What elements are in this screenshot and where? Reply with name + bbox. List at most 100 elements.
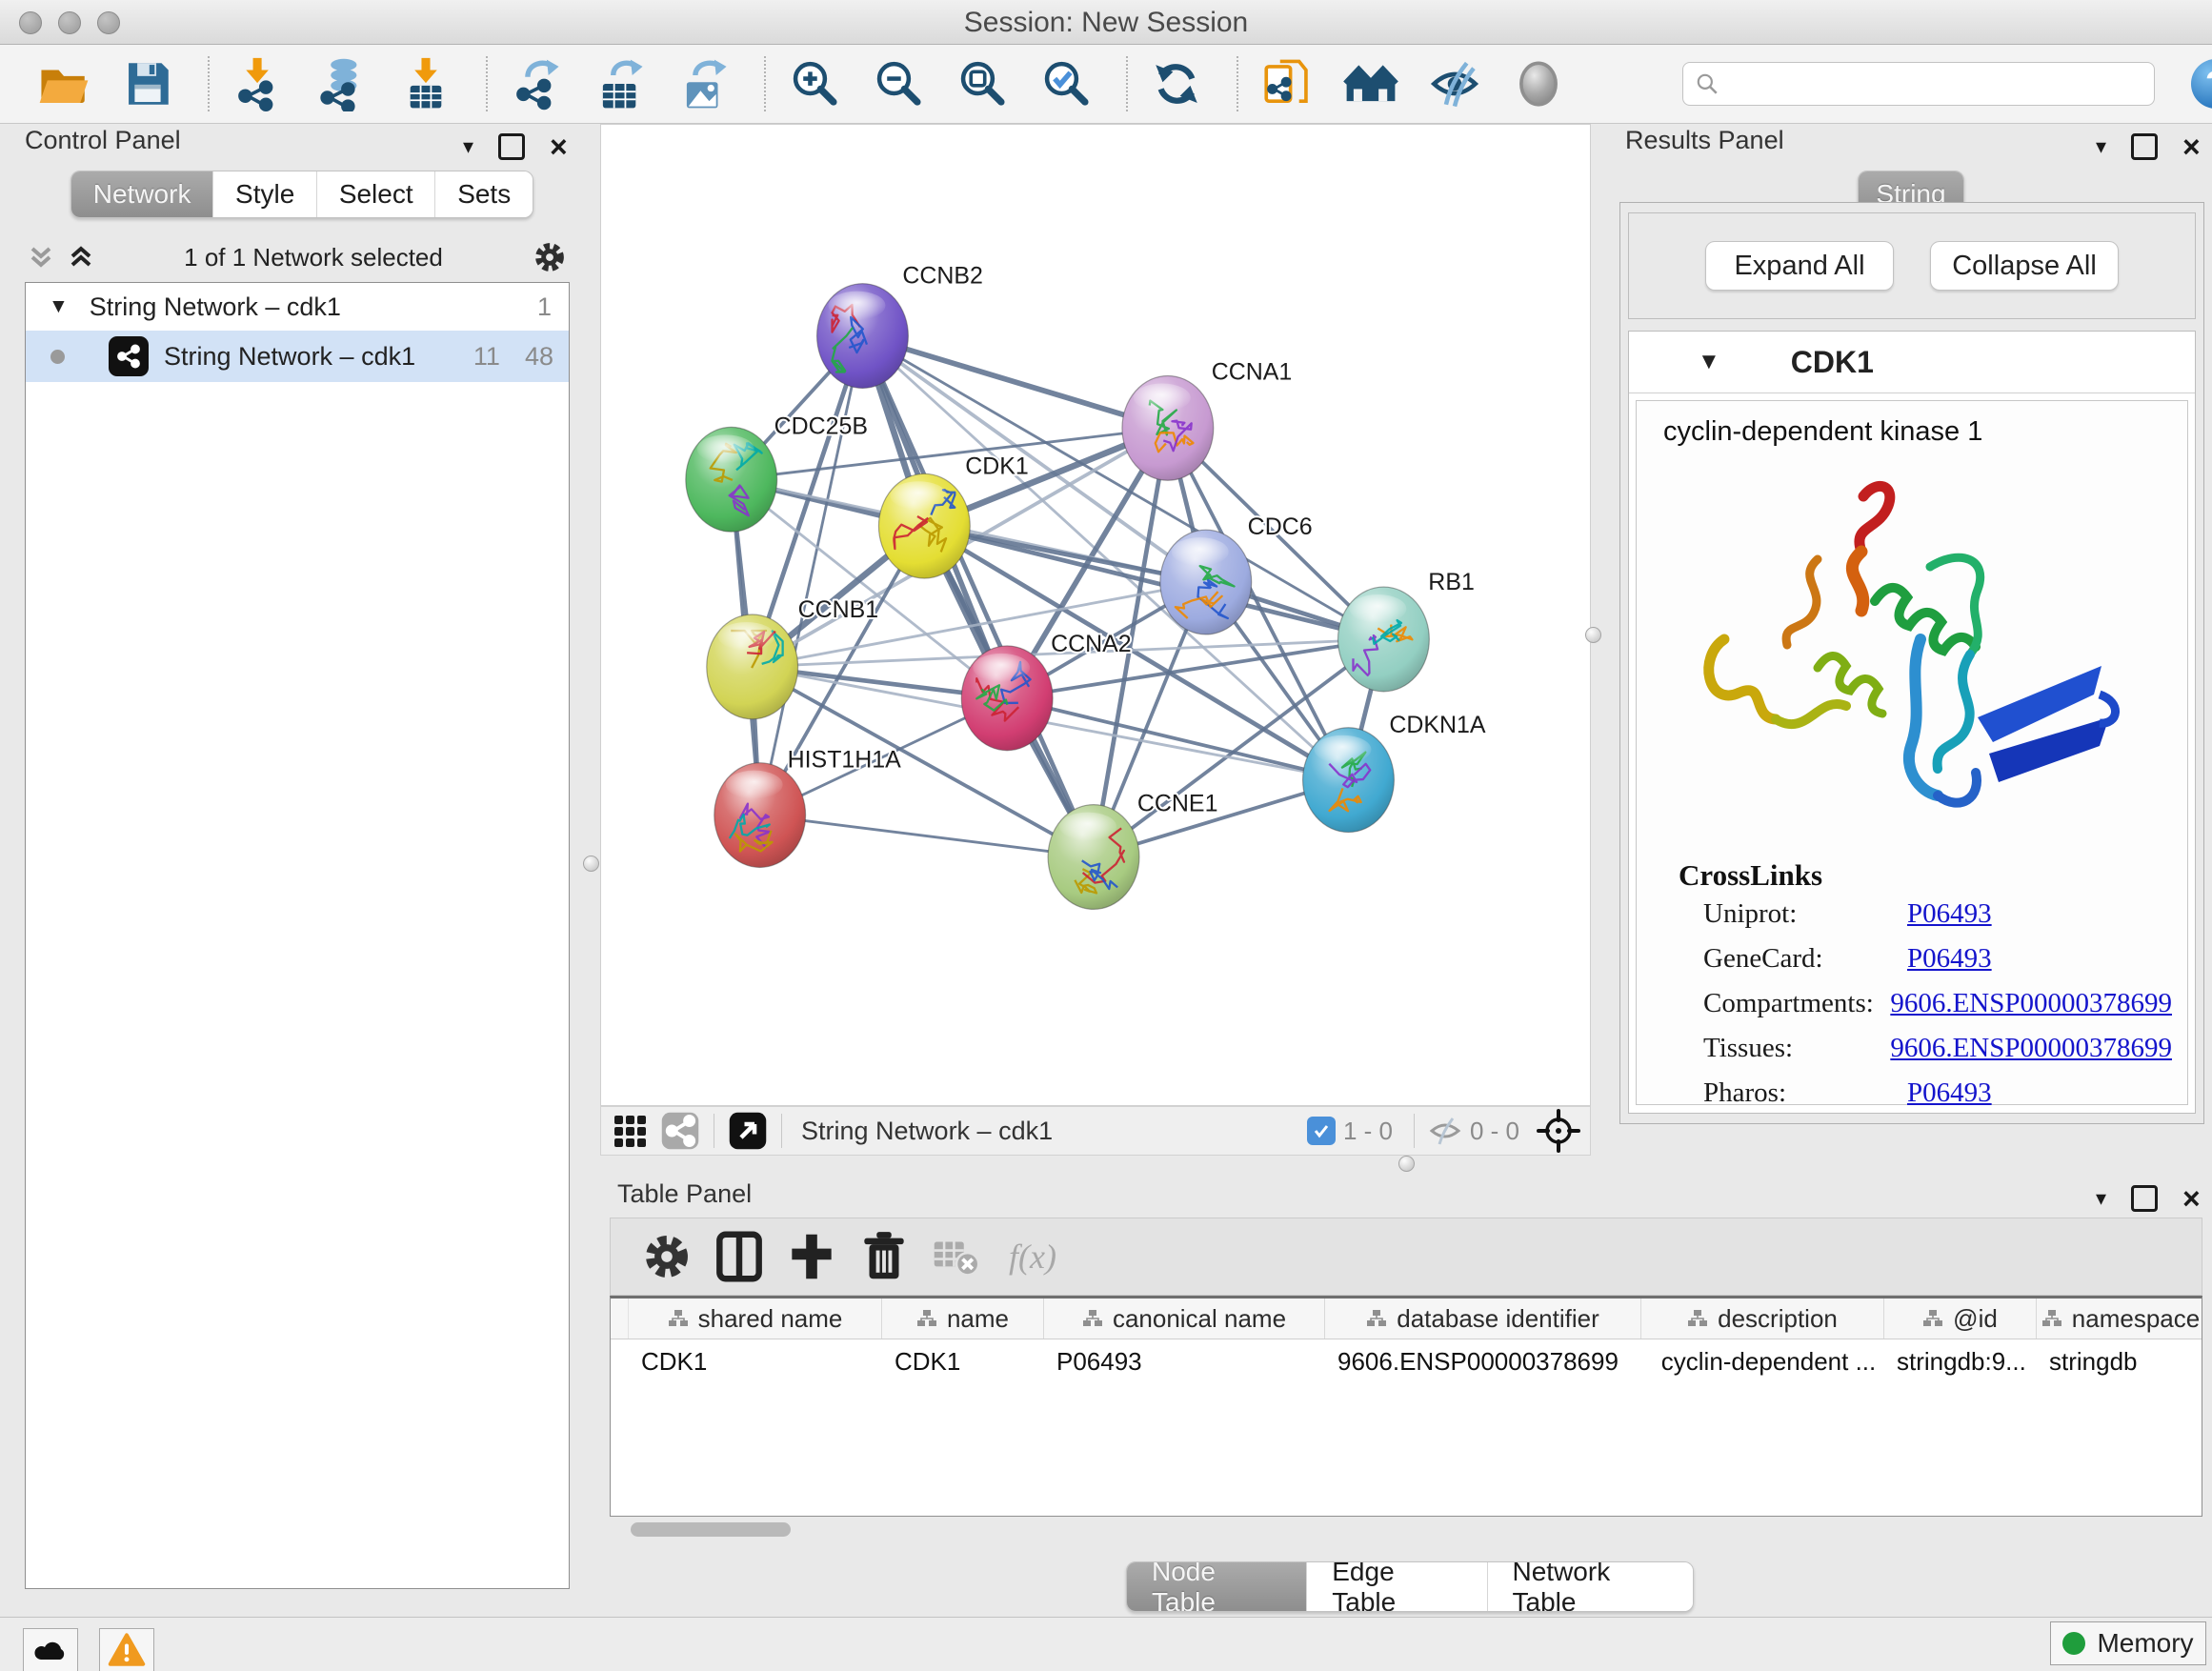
column-header-namespace[interactable]: namespace [2037,1299,2202,1339]
close-panel-icon[interactable]: × [2182,131,2201,162]
column-header-database-identifier[interactable]: database identifier [1325,1299,1641,1339]
memory-button[interactable]: Memory [2050,1621,2206,1665]
cell-shared-name[interactable]: CDK1 [628,1347,881,1377]
network-share-icon[interactable] [660,1111,700,1151]
import-network-database-icon[interactable] [311,52,373,115]
add-column-icon[interactable] [782,1227,841,1286]
float-menu-icon[interactable]: ▾ [2096,136,2106,157]
column-header-shared-name[interactable]: shared name [629,1299,882,1339]
expand-all-button[interactable]: Expand All [1705,241,1894,291]
cloud-status-button[interactable] [23,1628,78,1671]
selected-nodes-checkbox-icon[interactable] [1307,1117,1336,1145]
cell-description[interactable]: cyclin-dependent ... [1640,1347,1883,1377]
import-network-file-icon[interactable] [227,52,290,115]
float-window-icon[interactable] [2131,133,2158,160]
zoom-in-icon[interactable] [783,52,846,115]
gene-section-header[interactable]: ▼ CDK1 [1629,332,2195,393]
show-columns-icon[interactable] [710,1227,769,1286]
cell-database-identifier[interactable]: 9606.ENSP00000378699 [1324,1347,1640,1377]
network-edge[interactable] [862,336,1094,857]
refresh-layout-icon[interactable] [1145,52,1208,115]
show-hidden-icon[interactable] [1507,52,1570,115]
export-table-icon[interactable] [589,52,652,115]
export-network-icon[interactable] [505,52,568,115]
collapse-all-button[interactable]: Collapse All [1930,241,2119,291]
tab-node-table[interactable]: Node Table [1127,1562,1307,1611]
network-node-ccnb1[interactable]: CCNB1 [707,596,878,719]
network-edge[interactable] [862,336,1167,429]
network-edge[interactable] [760,336,863,815]
delete-table-icon[interactable] [927,1227,986,1286]
float-window-icon[interactable] [498,133,525,160]
float-menu-icon[interactable]: ▾ [463,136,473,157]
cell-id[interactable]: stringdb:9... [1883,1347,2036,1377]
export-network-web-icon[interactable] [1256,52,1318,115]
cell-canonical-name[interactable]: P06493 [1043,1347,1324,1377]
close-panel-icon[interactable]: × [550,131,568,162]
table-horizontal-scrollbar[interactable] [631,1522,791,1537]
right-splitter-handle[interactable] [1585,627,1601,643]
network-node-hist1h1a[interactable]: HIST1H1A [714,747,901,868]
crosslink-link[interactable]: P06493 [1907,943,1992,975]
warnings-button[interactable] [99,1628,154,1671]
tab-sets[interactable]: Sets [435,171,533,217]
tab-edge-table[interactable]: Edge Table [1307,1562,1487,1611]
network-node-cdk1[interactable]: CDK1 [878,453,1028,578]
open-session-icon[interactable] [32,52,95,115]
tab-select[interactable]: Select [317,171,435,217]
search-input[interactable] [1719,69,2133,100]
birds-eye-view-icon[interactable] [728,1111,768,1151]
crosslink-link[interactable]: P06493 [1907,898,1992,930]
export-image-icon[interactable] [673,52,735,115]
cell-name[interactable]: CDK1 [881,1347,1043,1377]
crosslink-link[interactable]: 9606.ENSP00000378699 [1890,988,2172,1019]
column-header-name[interactable]: name [882,1299,1044,1339]
expand-all-icon[interactable] [65,241,97,273]
column-header-canonical-name[interactable]: canonical name [1044,1299,1325,1339]
bottom-splitter-handle[interactable] [1398,1156,1415,1172]
delete-column-icon[interactable] [855,1227,914,1286]
collection-expand-icon[interactable]: ▼ [49,295,69,318]
network-type-icon [109,336,149,376]
grid-view-icon[interactable] [611,1112,649,1150]
network-edge[interactable] [760,815,1094,857]
network-node-ccna1[interactable]: CCNA1 [1122,358,1292,480]
network-row-selected[interactable]: String Network – cdk1 11 48 [26,331,569,382]
gene-collapse-icon[interactable]: ▼ [1698,349,1720,375]
left-splitter-handle[interactable] [583,856,599,872]
column-header-id[interactable]: @id [1884,1299,2037,1339]
import-table-file-icon[interactable] [394,52,457,115]
save-session-icon[interactable] [116,52,179,115]
table-settings-gear-icon[interactable] [637,1227,696,1286]
crosslink-link[interactable]: 9606.ENSP00000378699 [1890,1033,2172,1064]
help-icon[interactable]: ? [2191,59,2212,109]
node-gloss [1315,735,1372,764]
close-panel-icon[interactable]: × [2182,1183,2201,1214]
home-view-icon[interactable] [1339,52,1402,115]
tab-style[interactable]: Style [213,171,317,217]
crosslink-link[interactable]: P06493 [1907,1077,1992,1109]
cell-namespace[interactable]: stringdb [2036,1347,2202,1377]
network-node-rb1[interactable]: RB1 [1338,569,1475,692]
network-graph[interactable]: CCNB2CCNA1CDC25BCDK1CDC6RB1CCNB1CCNA2CDK… [601,125,1590,1105]
zoom-selected-icon[interactable] [1035,52,1097,115]
zoom-fit-icon[interactable] [951,52,1014,115]
tab-network[interactable]: Network [71,171,213,217]
network-collection-row[interactable]: ▼ String Network – cdk1 1 [26,283,569,331]
network-options-gear-icon[interactable] [530,237,570,277]
function-builder-icon[interactable]: f(x) [1009,1237,1056,1277]
node-gloss [1172,537,1229,566]
collapse-all-icon[interactable] [25,241,57,273]
hide-selected-icon[interactable] [1423,52,1486,115]
zoom-out-icon[interactable] [867,52,930,115]
column-header-description[interactable]: description [1641,1299,1884,1339]
float-window-icon[interactable] [2131,1185,2158,1212]
float-menu-icon[interactable]: ▾ [2096,1188,2106,1209]
table-row[interactable]: CDK1 CDK1 P06493 9606.ENSP00000378699 cy… [611,1339,2202,1383]
node-label-cdkn1a: CDKN1A [1389,712,1486,738]
network-node-cdkn1a[interactable]: CDKN1A [1303,712,1486,833]
fit-selected-crosshair-icon[interactable] [1537,1109,1580,1153]
hidden-eye-icon[interactable] [1428,1116,1462,1146]
tab-network-table[interactable]: Network Table [1488,1562,1694,1611]
network-canvas[interactable]: CCNB2CCNA1CDC25BCDK1CDC6RB1CCNB1CCNA2CDK… [600,124,1591,1106]
